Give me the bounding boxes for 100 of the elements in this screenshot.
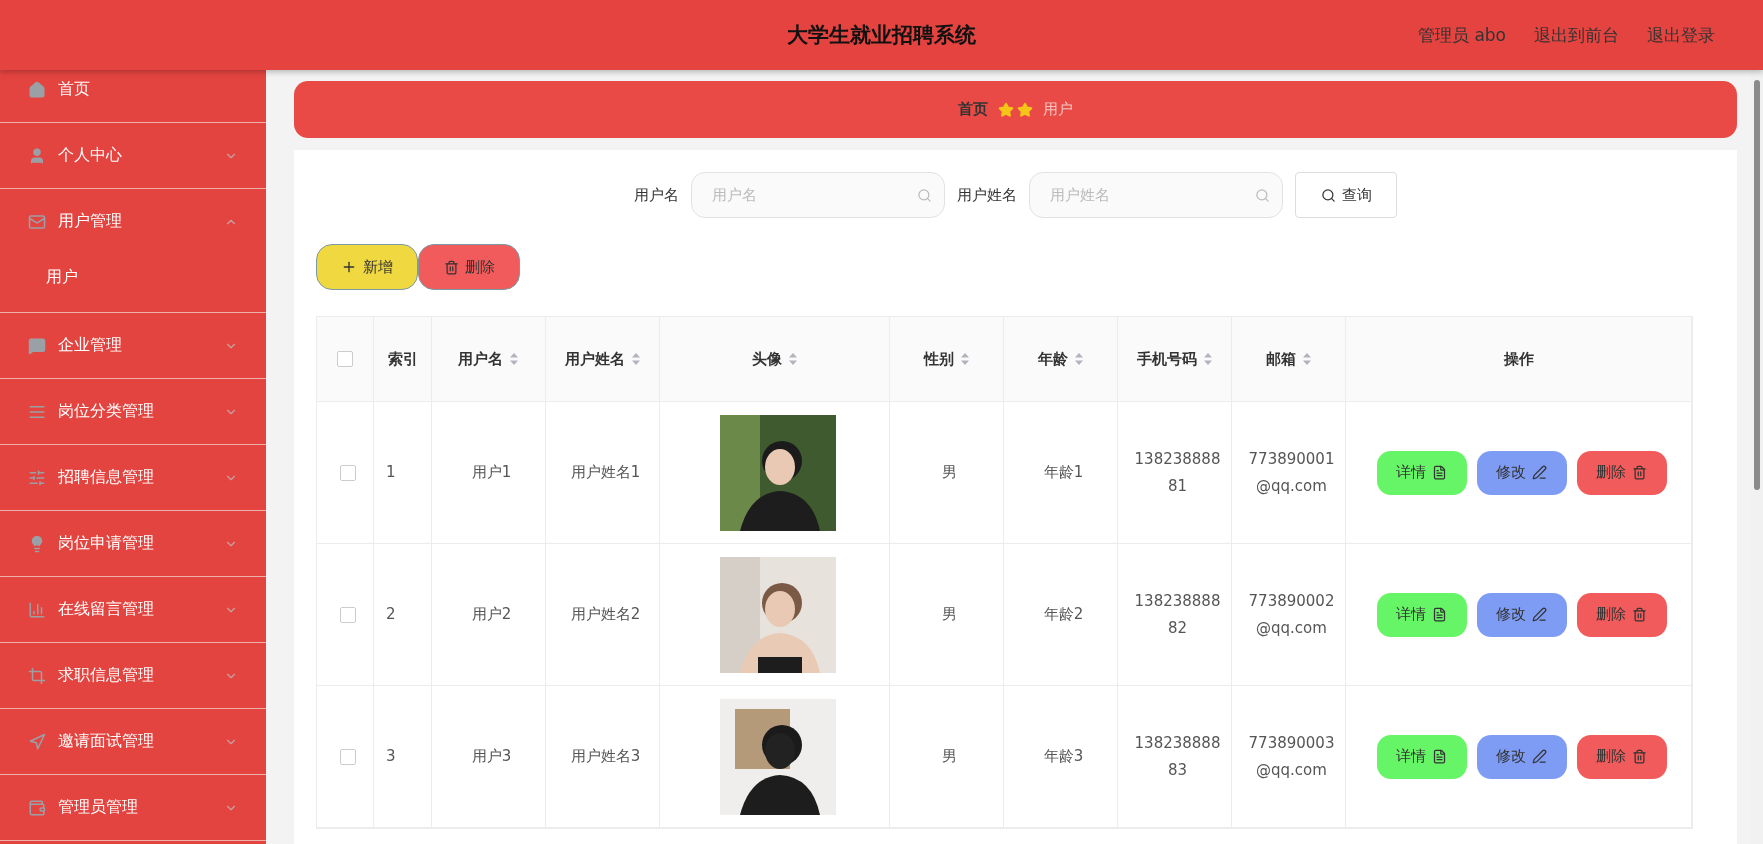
header-link[interactable]: 退出登录	[1647, 23, 1715, 47]
sidebar-item-label: 管理员管理	[58, 797, 138, 818]
table-cell-text: 年龄1	[1043, 462, 1084, 483]
sidebar-item-label: 在线留言管理	[58, 599, 154, 620]
edit-button[interactable]: 修改	[1476, 592, 1567, 637]
sort-icon[interactable]	[509, 352, 519, 366]
checkbox[interactable]	[340, 748, 356, 765]
column-header: 用户名	[458, 349, 503, 369]
sidebar-item[interactable]: 用户管理	[0, 189, 266, 254]
delete-button[interactable]: 删除	[1576, 734, 1667, 779]
system-title: 大学生就业招聘系统	[787, 22, 976, 49]
column-header: 邮箱	[1265, 349, 1296, 369]
plus-icon	[341, 259, 357, 275]
table-cell-text: 用户姓名2	[570, 604, 641, 625]
table-cell-text: 用户1	[471, 462, 512, 483]
sidebar-item[interactable]: 企业管理	[0, 313, 266, 378]
table-cell-text: 用户2	[471, 604, 512, 625]
sidebar-item[interactable]: 个人中心	[0, 123, 266, 188]
table-cell-text: 2	[386, 604, 396, 625]
menu-item-icon	[28, 732, 46, 751]
table-cell-text: 1	[386, 462, 396, 483]
table-cell-text: 年龄3	[1043, 746, 1084, 767]
menu-item-icon	[28, 798, 46, 817]
trash-icon	[1632, 749, 1647, 764]
sidebar-item[interactable]: 岗位申请管理	[0, 511, 266, 576]
sidebar-item-label: 岗位申请管理	[58, 533, 154, 554]
search-input[interactable]: 用户名	[710, 185, 917, 205]
delete-button[interactable]: 删除	[418, 244, 520, 290]
menu-item-icon	[28, 212, 46, 231]
delete-button[interactable]: 删除	[1576, 450, 1667, 495]
star-separator-icon	[998, 101, 1033, 118]
document-icon	[1432, 607, 1447, 622]
table-cell-text: 用户姓名3	[570, 746, 641, 767]
pencil-icon	[1532, 607, 1547, 622]
trash-icon	[1632, 607, 1647, 622]
checkbox[interactable]	[340, 464, 356, 481]
menu-item-icon	[28, 468, 46, 487]
sidebar-item-label: 岗位分类管理	[58, 401, 154, 422]
sidebar-item[interactable]: 管理员管理	[0, 775, 266, 840]
sort-icon[interactable]	[1073, 352, 1084, 366]
field-label: 用户名	[634, 185, 679, 205]
table-cell-text: 年龄2	[1043, 604, 1084, 625]
table-cell-text: 男	[942, 462, 957, 483]
sidebar-item[interactable]: 招聘信息管理	[0, 445, 266, 510]
trash-icon	[443, 259, 459, 275]
table-cell-text: 13823888881	[1133, 448, 1222, 497]
sort-icon[interactable]	[630, 352, 641, 366]
delete-button[interactable]: 删除	[1576, 592, 1667, 637]
header-link[interactable]: 退出到前台	[1534, 23, 1619, 47]
submenu-item[interactable]: 用户	[0, 254, 266, 312]
field-label: 用户姓名	[957, 185, 1017, 205]
menu-item-icon	[28, 600, 46, 619]
pencil-icon	[1532, 465, 1547, 480]
search-icon	[1255, 187, 1270, 203]
sidebar-item[interactable]: 求职信息管理	[0, 643, 266, 708]
sidebar-item-label: 用户管理	[58, 211, 122, 232]
sidebar-item[interactable]: 邀请面试管理	[0, 709, 266, 774]
sidebar-item-label: 招聘信息管理	[58, 467, 154, 488]
sort-icon[interactable]	[959, 352, 970, 366]
sidebar-item-label: 首页	[58, 79, 90, 100]
search-input[interactable]: 用户姓名	[1048, 185, 1255, 205]
menu-item-icon	[28, 146, 46, 165]
column-header: 头像	[751, 349, 782, 369]
menu-item-icon	[28, 336, 46, 355]
table-cell-text: 用户3	[471, 746, 512, 767]
search-field[interactable]: 用户名	[691, 172, 945, 218]
table-cell-text: 773890001@qq.com	[1247, 448, 1336, 497]
edit-button[interactable]: 修改	[1476, 450, 1567, 495]
search-field[interactable]: 用户姓名	[1029, 172, 1283, 218]
column-header: 手机号码	[1136, 349, 1197, 369]
breadcrumb-link[interactable]: 首页	[958, 100, 988, 119]
search-button[interactable]: 查询	[1295, 172, 1397, 218]
breadcrumb-link[interactable]: 用户	[1043, 100, 1073, 119]
column-header: 年龄	[1037, 349, 1068, 369]
menu-item-icon	[28, 666, 46, 685]
checkbox[interactable]	[337, 351, 353, 367]
pencil-icon	[1532, 749, 1547, 764]
sidebar-item-label: 求职信息管理	[58, 665, 154, 686]
sidebar-item-label: 邀请面试管理	[58, 731, 154, 752]
table-cell-text: 男	[942, 746, 957, 767]
document-icon	[1432, 749, 1447, 764]
sort-icon[interactable]	[1301, 352, 1312, 366]
detail-button[interactable]: 详情	[1376, 450, 1467, 495]
column-header: 用户姓名	[564, 349, 625, 369]
sidebar-item[interactable]: 在线留言管理	[0, 577, 266, 642]
sidebar-item-label: 企业管理	[58, 335, 122, 356]
sidebar-item-label: 个人中心	[58, 145, 122, 166]
table-cell-text: 男	[942, 604, 957, 625]
sidebar-item[interactable]: 首页	[0, 70, 266, 122]
checkbox[interactable]	[340, 606, 356, 623]
detail-button[interactable]: 详情	[1376, 592, 1467, 637]
sort-icon[interactable]	[787, 352, 798, 366]
table-cell-text: 773890003@qq.com	[1247, 732, 1336, 781]
add-button[interactable]: 新增	[316, 244, 418, 290]
sidebar-item[interactable]: 岗位分类管理	[0, 379, 266, 444]
sort-icon[interactable]	[1202, 352, 1213, 366]
edit-button[interactable]: 修改	[1476, 734, 1567, 779]
menu-item-icon	[28, 80, 46, 99]
detail-button[interactable]: 详情	[1376, 734, 1467, 779]
header-link[interactable]: 管理员 abo	[1418, 23, 1506, 47]
